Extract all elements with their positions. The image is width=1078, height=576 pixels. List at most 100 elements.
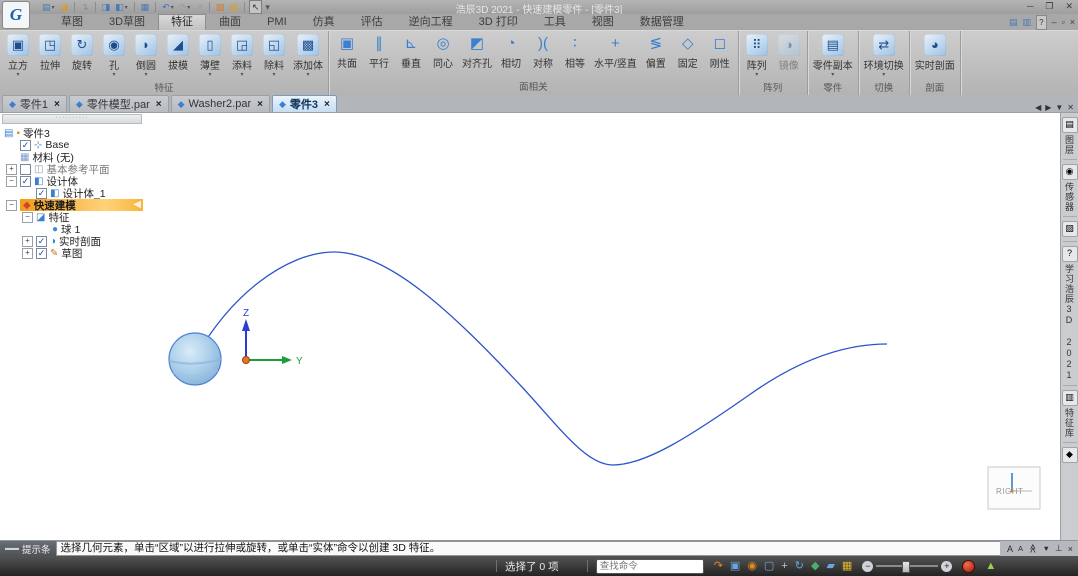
menu-tab-逆向工程[interactable]: 逆向工程 <box>396 14 466 30</box>
tree-checkbox[interactable] <box>20 163 31 175</box>
menu-tab-草图[interactable]: 草图 <box>48 14 96 30</box>
zoom-in-button[interactable]: + <box>941 560 953 572</box>
panel-tab-parts-library[interactable]: ◆ <box>1061 447 1078 463</box>
tab-list-button[interactable]: ▼ <box>1055 103 1063 112</box>
水平/竖直-button[interactable]: + 水平/竖直 <box>591 33 640 78</box>
close-tab-icon[interactable]: × <box>54 99 60 110</box>
zoom-slider-track[interactable] <box>876 561 939 573</box>
collapse-prompt-button[interactable]: ≪ <box>1027 544 1038 553</box>
command-bar-toggle-icon[interactable]: ▲ <box>985 560 996 572</box>
panel-tab-sensors[interactable]: ◉ 传感器 <box>1061 164 1078 212</box>
menu-tab-仿真[interactable]: 仿真 <box>300 14 348 30</box>
doc-restore-button[interactable]: ▫ <box>1062 16 1065 29</box>
menu-tab-特征[interactable]: 特征 <box>158 14 207 30</box>
close-button[interactable]: ✕ <box>1062 0 1076 13</box>
固定-button[interactable]: ◇ 固定 <box>672 33 704 78</box>
panel-tab-layers[interactable]: ▤ 图层 <box>1061 117 1078 155</box>
select-tool-button[interactable]: ↖ <box>248 0 263 14</box>
panel-tab-learn[interactable]: ? 学习浩辰3D 2021 <box>1061 246 1078 381</box>
tree-checkbox[interactable]: ✓ <box>36 247 47 259</box>
style-button[interactable]: ▧ <box>214 1 227 13</box>
tree-checkbox[interactable]: ✓ <box>20 139 31 151</box>
tile-windows-button[interactable]: ▥ <box>1023 16 1032 29</box>
同心-button[interactable]: ◎ 同心 <box>427 33 459 78</box>
qat-overflow-button[interactable]: ▾ <box>263 1 272 13</box>
expand-icon[interactable]: + <box>6 163 17 175</box>
zoom-slider-thumb[interactable] <box>902 561 911 573</box>
previous-view-button[interactable]: ↷ <box>714 559 723 573</box>
expand-icon[interactable]: + <box>22 247 33 259</box>
collapse-icon[interactable]: − <box>22 211 33 223</box>
共面-button[interactable]: ▣ 共面 <box>331 33 363 78</box>
menu-tab-工具[interactable]: 工具 <box>531 14 579 30</box>
拔模-button[interactable]: ◢ 拔模 <box>162 33 194 80</box>
zoom-out-button[interactable]: − <box>862 560 874 572</box>
旋转-button[interactable]: ↻ 旋转 <box>66 33 98 80</box>
document-tab-零件模型.par[interactable]: ◆ 零件模型.par × <box>68 95 169 112</box>
偏置-button[interactable]: ≶ 偏置 <box>640 33 672 78</box>
close-tab-icon[interactable]: × <box>257 99 263 110</box>
import-button[interactable]: ↴ <box>79 1 91 13</box>
刚性-button[interactable]: ◻ 刚性 <box>704 33 736 78</box>
panel-tab-feature-library[interactable]: ▥ 特征库 <box>1061 390 1078 438</box>
相切-button[interactable]: ◔ 相切 <box>495 33 527 78</box>
help-button[interactable]: ? <box>1036 15 1047 30</box>
save-as-button[interactable]: ◧ ▾ <box>113 1 130 13</box>
zoom-area-button[interactable]: ▣ <box>730 559 740 573</box>
倒圆-button[interactable]: ◗ 倒圆 ▾ <box>130 33 162 80</box>
阵列-button[interactable]: ⠿ 阵列 ▾ <box>741 33 773 80</box>
cascade-windows-button[interactable]: ▤ <box>1009 16 1018 29</box>
new-document-button[interactable]: ▤ ▾ <box>40 1 57 13</box>
孔-button[interactable]: ◉ 孔 ▾ <box>98 33 130 80</box>
prompt-menu-button[interactable]: ▼ <box>1042 544 1049 553</box>
环境切换-button[interactable]: ⇄ 环境切换 ▾ <box>861 33 907 80</box>
expand-icon[interactable]: + <box>22 235 33 247</box>
pan-button[interactable]: + <box>781 559 787 573</box>
doc-minimize-button[interactable]: – <box>1052 16 1057 29</box>
maximize-button[interactable]: ❐ <box>1042 0 1056 13</box>
平行-button[interactable]: ∥ 平行 <box>363 33 395 78</box>
themes-button[interactable]: ▨ <box>227 1 240 13</box>
properties-button[interactable]: ▦ <box>139 1 152 13</box>
collapse-icon[interactable]: − <box>6 199 17 211</box>
view-styles-button[interactable]: ▰ <box>826 559 834 573</box>
tree-checkbox[interactable]: ✓ <box>36 235 47 247</box>
document-tab-零件1[interactable]: ◆ 零件1 × <box>2 95 67 112</box>
实时剖面-button[interactable]: ◕ 实时剖面 <box>912 33 958 80</box>
rotate-view-button[interactable]: ↻ <box>795 559 804 573</box>
添加体-button[interactable]: ▩ 添加体 ▾ <box>290 33 326 80</box>
薄壁-button[interactable]: ▯ 薄壁 ▾ <box>194 33 226 80</box>
添料-button[interactable]: ◲ 添料 ▾ <box>226 33 258 80</box>
named-views-button[interactable]: ◆ <box>811 559 819 573</box>
menu-tab-视图[interactable]: 视图 <box>579 14 627 30</box>
menu-tab-3D草图[interactable]: 3D草图 <box>96 14 158 30</box>
collapse-icon[interactable]: − <box>6 175 17 187</box>
scroll-tabs-right-button[interactable]: ▶ <box>1045 103 1051 112</box>
undo-button[interactable]: ↶ ▾ <box>160 1 176 13</box>
redo-button[interactable]: ↷ ▾ <box>177 1 193 13</box>
tree-checkbox[interactable]: ✓ <box>20 175 31 187</box>
相等-button[interactable]: ∶ 相等 <box>559 33 591 78</box>
close-tab-icon[interactable]: × <box>156 99 162 110</box>
minimize-button[interactable]: ─ <box>1024 0 1036 13</box>
link-button[interactable]: ↗ <box>193 1 205 13</box>
font-increase-button[interactable]: A <box>1007 544 1013 554</box>
menu-tab-PMI[interactable]: PMI <box>254 14 300 30</box>
对齐孔-button[interactable]: ◩ 对齐孔 <box>459 33 495 78</box>
menu-tab-评估[interactable]: 评估 <box>348 14 396 30</box>
close-tab-icon[interactable]: × <box>324 99 330 110</box>
find-command-input[interactable] <box>595 558 704 574</box>
close-prompt-button[interactable]: × <box>1068 544 1073 554</box>
document-tab-Washer2.par[interactable]: ◆ Washer2.par × <box>170 95 270 112</box>
scroll-tabs-left-button[interactable]: ◀ <box>1035 103 1041 112</box>
tree-item-label[interactable]: 草图 <box>61 246 82 261</box>
save-button[interactable]: ◨ <box>100 1 113 13</box>
立方-button[interactable]: ▣ 立方 ▾ <box>2 33 34 80</box>
panel-tab-render-studio[interactable]: ▨ <box>1061 221 1078 237</box>
window-layout-button[interactable]: ▦ <box>842 559 852 573</box>
tree-drag-handle[interactable]: ·········· <box>2 114 142 124</box>
sphere-body[interactable] <box>168 332 222 386</box>
除料-button[interactable]: ◱ 除料 ▾ <box>258 33 290 80</box>
zoom-button[interactable]: ◉ <box>747 559 757 573</box>
menu-tab-数据管理[interactable]: 数据管理 <box>627 14 697 30</box>
